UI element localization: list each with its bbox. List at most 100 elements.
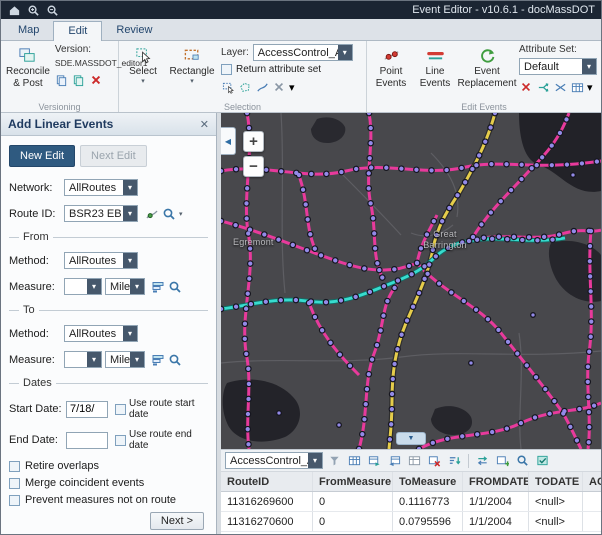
column-header[interactable]: RouteID: [221, 472, 313, 491]
tab-edit[interactable]: Edit: [53, 21, 102, 41]
line-events-icon: [426, 46, 445, 65]
attribute-set-combobox[interactable]: Default ▾: [519, 58, 597, 75]
use-route-start-checkbox[interactable]: [115, 404, 126, 415]
delete-version-icon[interactable]: [89, 73, 103, 87]
dropdown-arrow-icon: ▾: [308, 453, 322, 468]
home-icon[interactable]: [7, 3, 21, 17]
select-tool-button[interactable]: Select ▾: [123, 44, 163, 87]
selected-records-icon[interactable]: [534, 453, 551, 469]
network-combobox[interactable]: AllRoutes ▾: [64, 179, 138, 196]
table-row[interactable]: 11316270600 0 0.0795596 1/1/2004 <null>: [221, 512, 601, 532]
rectangle-dropdown-icon[interactable]: ▾: [190, 79, 194, 85]
route-zoom-icon[interactable]: [162, 207, 176, 221]
retire-overlaps-checkbox[interactable]: [9, 461, 20, 472]
table-row[interactable]: 11316269600 0 0.1116773 1/1/2004 <null>: [221, 492, 601, 512]
attribute-table-icon[interactable]: [346, 453, 363, 469]
map-zoom-in-button[interactable]: +: [243, 131, 264, 152]
table-export-icon[interactable]: [366, 453, 383, 469]
table-refresh-icon[interactable]: [406, 453, 423, 469]
zoom-in-icon[interactable]: [26, 3, 40, 17]
return-attribute-set-checkbox[interactable]: [221, 64, 232, 75]
collapse-table-button[interactable]: ▼: [396, 432, 426, 445]
select-cursor-icon: [134, 46, 153, 65]
filter-icon[interactable]: [326, 453, 343, 469]
refresh-version-icon[interactable]: [55, 73, 69, 87]
reconcile-post-button[interactable]: Reconcile & Post: [5, 44, 51, 91]
end-date-input[interactable]: [66, 432, 108, 449]
to-method-combobox[interactable]: AllRoutes ▾: [64, 325, 138, 342]
to-measure-zoom-icon[interactable]: [168, 353, 182, 367]
pick-to-measure-icon[interactable]: [151, 353, 165, 367]
next-button[interactable]: Next >: [150, 512, 204, 530]
dates-section-divider: Dates: [9, 377, 208, 389]
tab-map[interactable]: Map: [4, 21, 53, 40]
clear-selection-icon[interactable]: [272, 80, 286, 94]
route-id-combobox[interactable]: BSR23 EB ▾: [64, 205, 138, 222]
ribbon-tabs: Map Edit Review: [1, 19, 601, 41]
table-delete-icon[interactable]: [426, 453, 443, 469]
edit-events-more-icon[interactable]: ▾: [587, 81, 593, 94]
merge-coincident-checkbox[interactable]: [9, 478, 20, 489]
ribbon: Reconcile & Post Version: SDE.MASSDOT_ed…: [1, 41, 601, 113]
new-edit-button[interactable]: New Edit: [9, 145, 75, 167]
from-unit-combobox[interactable]: Miles ▾: [105, 278, 145, 295]
select-by-line-icon[interactable]: [255, 80, 269, 94]
rectangle-tool-button[interactable]: Rectangle ▾: [167, 44, 217, 87]
toolbar-divider: [468, 454, 469, 468]
route-zoom-dropdown-icon[interactable]: ▾: [179, 210, 183, 218]
start-date-input[interactable]: [66, 401, 108, 418]
change-version-icon[interactable]: [72, 73, 86, 87]
close-panel-icon[interactable]: ✕: [200, 118, 209, 131]
titlebar: Event Editor - v10.6.1 - docMassDOT: [1, 1, 601, 19]
table-toolbar: AccessControl_A ▾: [221, 450, 601, 472]
map-label-egremont: Egremont: [233, 237, 274, 247]
sort-icon[interactable]: [446, 453, 463, 469]
column-header[interactable]: ToMeasure: [393, 472, 463, 491]
selection-more-icon[interactable]: ▾: [289, 81, 295, 94]
select-by-rectangle-icon[interactable]: [221, 80, 235, 94]
switch-selection-icon[interactable]: [474, 453, 491, 469]
column-header[interactable]: FROMDATE: [463, 472, 529, 491]
prevent-measures-checkbox[interactable]: [9, 495, 20, 506]
split-event-icon[interactable]: [536, 80, 550, 94]
use-route-end-checkbox[interactable]: [115, 435, 126, 446]
end-date-label: End Date:: [9, 434, 63, 446]
map-and-table: Egremont Great Barrington ◀ + − ▼: [221, 113, 601, 535]
select-by-polygon-icon[interactable]: [238, 80, 252, 94]
zoom-to-selected-icon[interactable]: [514, 453, 531, 469]
from-measure-combobox[interactable]: ▾: [64, 278, 102, 295]
dropdown-arrow-icon: ▾: [582, 59, 596, 74]
select-dropdown-icon[interactable]: ▾: [141, 79, 145, 85]
event-attributes-icon[interactable]: [570, 80, 584, 94]
column-header[interactable]: AC: [583, 472, 601, 491]
dropdown-arrow-icon: ▾: [123, 253, 137, 268]
point-events-button[interactable]: Point Events: [371, 44, 411, 91]
event-replacement-button[interactable]: Event Replacement: [459, 44, 515, 91]
from-method-combobox[interactable]: AllRoutes ▾: [64, 252, 138, 269]
collapse-left-icon: ◀: [225, 137, 231, 146]
delete-event-icon[interactable]: [519, 80, 533, 94]
collapse-panel-button[interactable]: ◀: [221, 127, 236, 155]
table-layer-combobox[interactable]: AccessControl_A ▾: [225, 452, 323, 469]
to-unit-combobox[interactable]: Miles ▾: [105, 351, 145, 368]
start-date-label: Start Date:: [9, 403, 63, 415]
from-measure-zoom-icon[interactable]: [168, 280, 182, 294]
select-route-on-map-icon[interactable]: [145, 207, 159, 221]
add-record-icon[interactable]: [494, 453, 511, 469]
to-section-divider: To: [9, 304, 208, 316]
column-header[interactable]: FromMeasure: [313, 472, 393, 491]
column-header[interactable]: TODATE: [529, 472, 583, 491]
layer-combobox[interactable]: AccessControl_A ▾: [253, 44, 353, 61]
merge-events-icon[interactable]: [553, 80, 567, 94]
map-zoom-out-button[interactable]: −: [243, 156, 264, 177]
to-measure-combobox[interactable]: ▾: [64, 351, 102, 368]
tab-review[interactable]: Review: [102, 21, 166, 40]
next-edit-button[interactable]: Next Edit: [80, 145, 147, 167]
table-import-icon[interactable]: [386, 453, 403, 469]
map-viewport[interactable]: Egremont Great Barrington ◀ + − ▼: [221, 113, 601, 449]
dropdown-arrow-icon: ▾: [130, 279, 144, 294]
from-measure-label: Measure:: [9, 281, 61, 293]
pick-from-measure-icon[interactable]: [151, 280, 165, 294]
zoom-out-icon[interactable]: [45, 3, 59, 17]
line-events-button[interactable]: Line Events: [415, 44, 455, 91]
